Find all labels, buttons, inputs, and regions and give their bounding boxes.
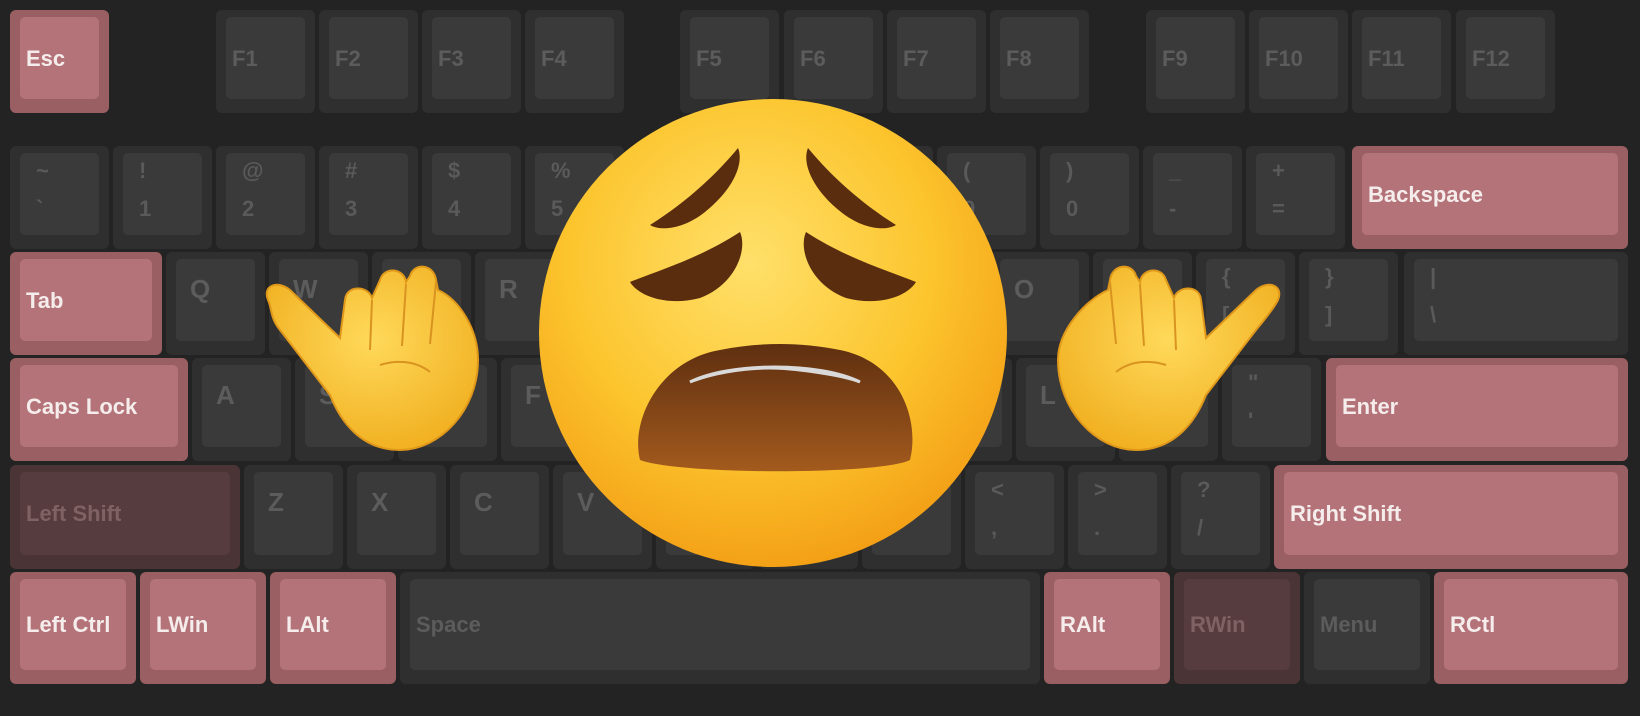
weary-face-icon: [539, 99, 1007, 567]
emoji-overlay: [265, 99, 1281, 567]
call-me-hand-right-icon: [1056, 265, 1281, 452]
call-me-hand-left-icon: [265, 265, 480, 452]
